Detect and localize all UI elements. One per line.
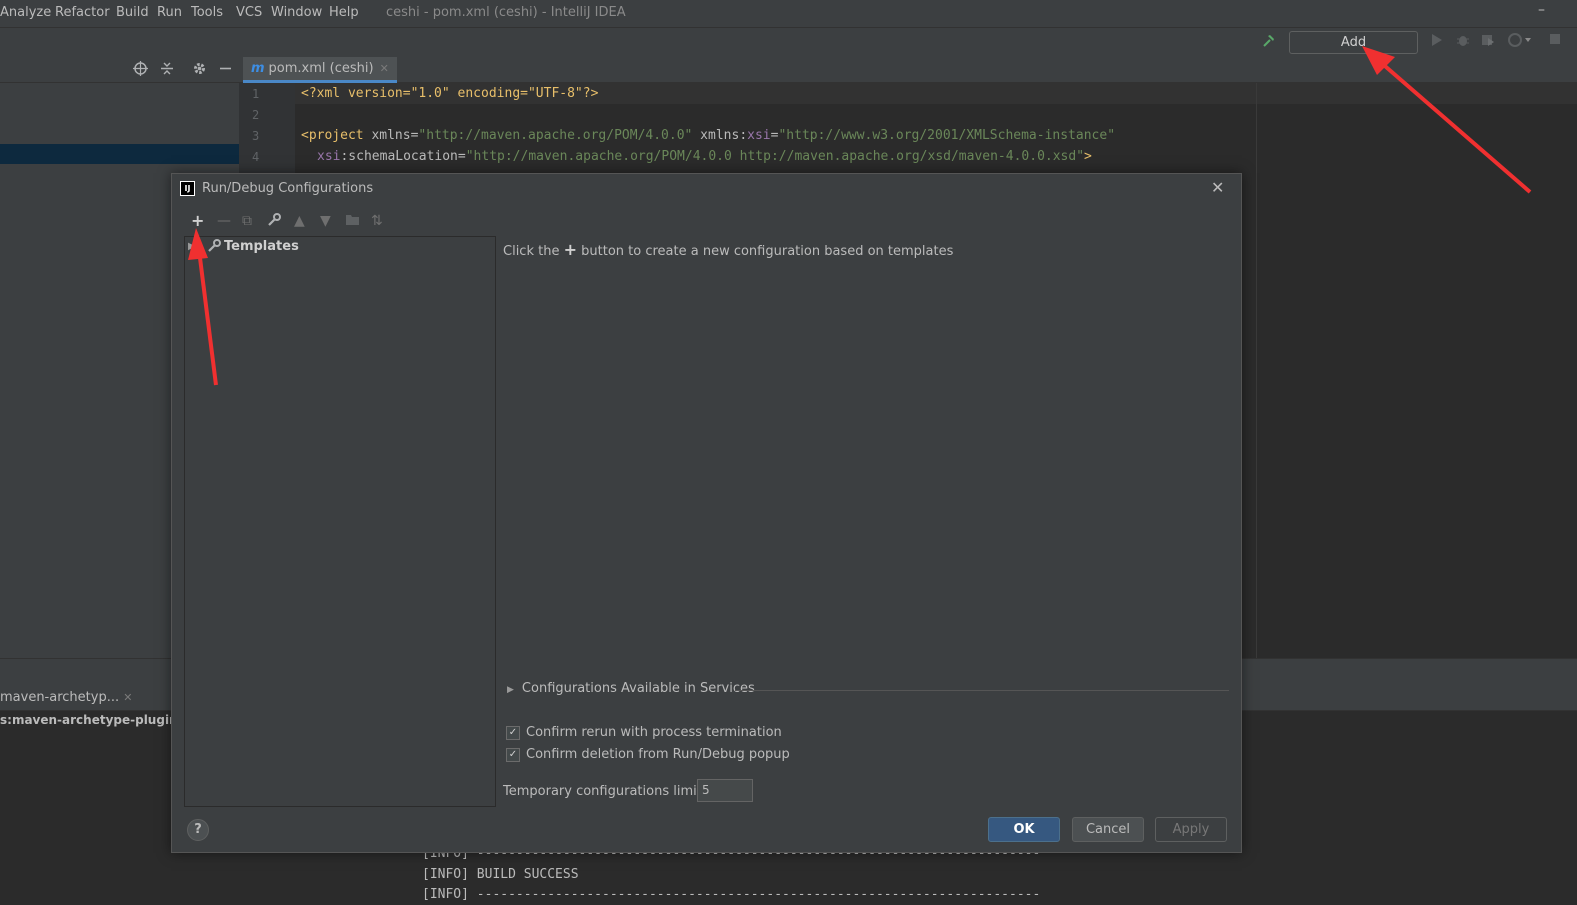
xml-namespace: xsi [747, 128, 771, 143]
close-icon[interactable]: ✕ [1211, 178, 1224, 197]
hammer-icon[interactable] [1261, 33, 1277, 53]
confirm-rerun-checkbox[interactable]: ✓ [506, 725, 520, 740]
close-tab-icon[interactable]: ✕ [123, 691, 132, 704]
line-number: 2 [252, 108, 260, 122]
line-number: 3 [252, 129, 260, 143]
divider [735, 690, 1229, 691]
folder-icon[interactable] [345, 213, 360, 230]
hint-prefix: Click the [503, 244, 560, 259]
empty-hint: Click the + button to create a new confi… [503, 240, 953, 259]
services-label: Configurations Available in Services [521, 681, 755, 696]
wrench-icon[interactable] [267, 213, 281, 231]
cancel-button[interactable]: Cancel [1072, 817, 1144, 842]
temp-limit-input[interactable]: 5 [697, 779, 753, 802]
right-margin-guide [1256, 83, 1257, 658]
configuration-tree: ▶ Templates [184, 236, 496, 807]
sort-icon[interactable]: ⇅ [371, 213, 383, 229]
run-tab-label: maven-archetyp... [0, 690, 120, 705]
copy-icon[interactable]: ⧉ [242, 213, 252, 229]
help-button[interactable]: ? [187, 819, 209, 841]
xml-declaration: <?xml version="1.0" encoding="UTF-8"?> [301, 86, 599, 101]
dialog-title: Run/Debug Configurations [202, 181, 374, 196]
line-number: 1 [252, 87, 260, 101]
window-title: ceshi - pom.xml (ceshi) - IntelliJ IDEA [386, 5, 626, 20]
run-tree-item[interactable]: s:maven-archetype-plugin:R [0, 713, 192, 727]
tab-label: pom.xml (ceshi) [268, 61, 374, 76]
debug-icon[interactable] [1456, 33, 1470, 51]
code-line-1[interactable]: <?xml version="1.0" encoding="UTF-8"?> [301, 86, 598, 101]
xml-tag: > [1084, 149, 1092, 164]
run-icon[interactable] [1431, 33, 1443, 51]
confirm-rerun-row[interactable]: ✓ Confirm rerun with process termination [506, 725, 782, 740]
console-line: [INFO] ---------------------------------… [422, 887, 1041, 902]
menu-window[interactable]: Window [271, 5, 322, 20]
confirm-deletion-label: Confirm deletion from Run/Debug popup [526, 747, 790, 762]
profile-icon[interactable] [1508, 33, 1532, 51]
menu-analyze[interactable]: Analyze [0, 5, 51, 20]
confirm-deletion-checkbox[interactable]: ✓ [506, 747, 520, 762]
main-toolbar: Add Configuration... [0, 27, 1577, 71]
menu-refactor[interactable]: Refactor [55, 5, 110, 20]
coverage-icon[interactable] [1481, 33, 1495, 51]
temp-limit-label: Temporary configurations limit: [503, 784, 707, 799]
project-panel-header [0, 57, 239, 83]
xml-tag: <project [301, 128, 364, 143]
expand-arrow-icon[interactable]: ▶ [188, 241, 196, 252]
minimize-button[interactable]: – [1538, 2, 1545, 18]
xml-attr: :schemaLocation= [340, 149, 466, 164]
console-line: [INFO] BUILD SUCCESS [422, 867, 579, 882]
tree-item-templates[interactable]: Templates [224, 239, 299, 254]
hint-suffix: button to create a new configuration bas… [581, 244, 954, 259]
editor-tab-bar: m pom.xml (ceshi) ✕ [239, 57, 1577, 83]
stop-icon[interactable] [1549, 33, 1561, 49]
xml-namespace: xsi [317, 149, 341, 164]
xml-value: "http://maven.apache.org/POM/4.0.0 http:… [465, 149, 1085, 164]
menu-help[interactable]: Help [329, 5, 359, 20]
menu-run[interactable]: Run [157, 5, 182, 20]
xml-value: "http://maven.apache.org/POM/4.0.0" [418, 128, 693, 143]
add-configuration-button[interactable]: Add Configuration... [1289, 31, 1418, 71]
run-tab[interactable]: maven-archetyp... ✕ [0, 690, 132, 705]
expand-arrow-icon: ▶ [507, 685, 514, 695]
add-icon[interactable]: + [191, 211, 204, 230]
locate-icon[interactable] [133, 61, 148, 80]
collapse-icon[interactable] [160, 61, 174, 80]
gear-icon[interactable] [192, 61, 207, 80]
menu-build[interactable]: Build [116, 5, 149, 20]
intellij-logo-icon: IJ [180, 181, 195, 196]
hide-panel-icon[interactable] [219, 61, 232, 80]
project-tree-selected-row[interactable] [0, 144, 239, 164]
move-up-icon[interactable]: ▲ [294, 213, 305, 229]
close-tab-icon[interactable]: ✕ [380, 62, 389, 75]
code-line-3[interactable]: <project xmlns="http://maven.apache.org/… [301, 128, 1115, 143]
plus-icon: + [563, 240, 577, 259]
confirm-rerun-label: Confirm rerun with process termination [526, 725, 782, 740]
services-section-toggle[interactable]: ▶ Configurations Available in Services [507, 681, 755, 696]
menu-vcs[interactable]: VCS [236, 5, 262, 20]
remove-icon[interactable]: — [217, 213, 231, 229]
wrench-icon [207, 239, 221, 257]
xml-value: "http://www.w3.org/2001/XMLSchema-instan… [778, 128, 1116, 143]
apply-button[interactable]: Apply [1155, 817, 1227, 842]
run-debug-dialog: IJ Run/Debug Configurations ✕ + — ⧉ ▲ ▼ … [171, 173, 1242, 853]
menu-tools[interactable]: Tools [191, 5, 223, 20]
code-line-4[interactable]: xsi:schemaLocation="http://maven.apache.… [317, 149, 1092, 164]
confirm-deletion-row[interactable]: ✓ Confirm deletion from Run/Debug popup [506, 747, 790, 762]
menu-bar: Analyze Refactor Build Run Tools VCS Win… [0, 0, 1577, 27]
tab-pom-xml[interactable]: m pom.xml (ceshi) ✕ [243, 57, 397, 83]
xml-attr: xmlns: [692, 128, 748, 143]
xml-attr: xmlns= [363, 128, 419, 143]
move-down-icon[interactable]: ▼ [320, 213, 331, 229]
line-number: 4 [252, 150, 260, 164]
ok-button[interactable]: OK [988, 817, 1060, 842]
maven-file-icon: m [251, 61, 265, 76]
